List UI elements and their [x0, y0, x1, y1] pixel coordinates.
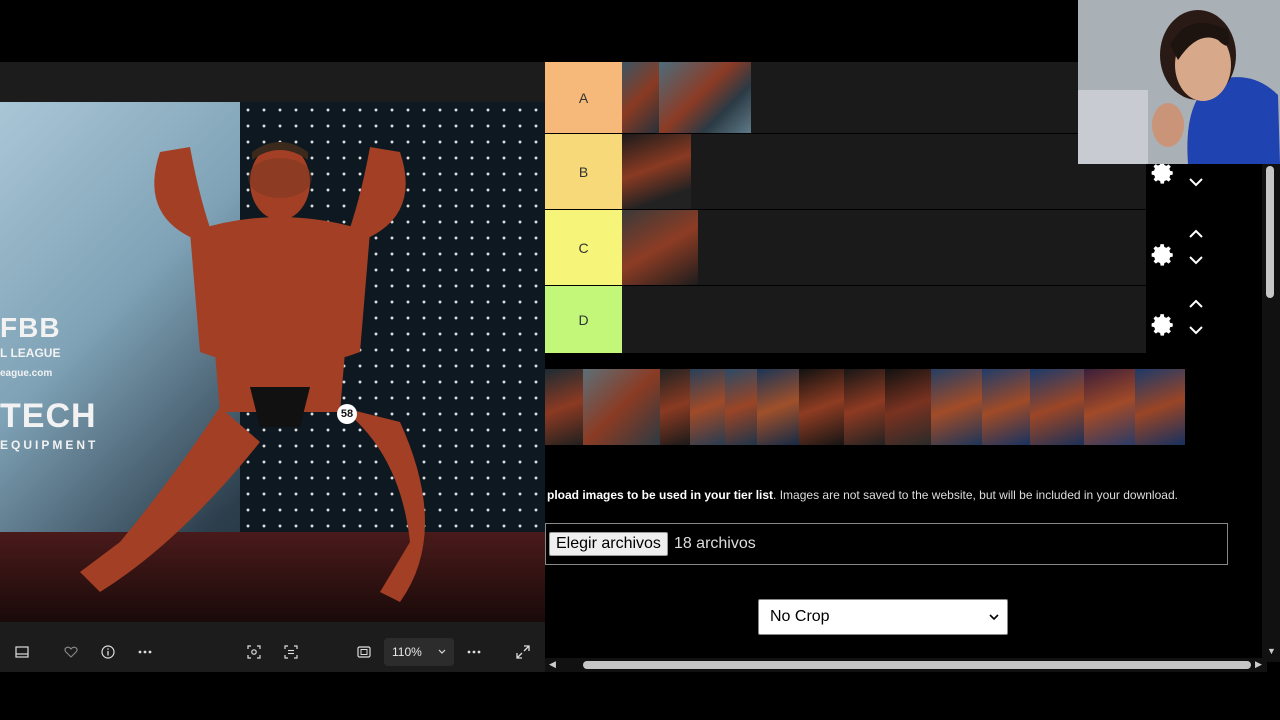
pool-image[interactable]	[885, 369, 931, 445]
move-down-icon[interactable]	[1188, 254, 1204, 266]
choose-files-button[interactable]: Elegir archivos	[549, 532, 668, 556]
tier-items	[622, 134, 691, 209]
viewer-toolbar: 110%	[0, 632, 545, 672]
pool-image[interactable]	[930, 369, 982, 445]
vertical-scroll-thumb[interactable]	[1266, 166, 1274, 298]
pool-image[interactable]	[799, 369, 844, 445]
streamer-video	[1078, 0, 1280, 164]
tier-image[interactable]	[622, 134, 691, 209]
gear-icon[interactable]	[1150, 312, 1176, 338]
webcam-overlay	[1078, 0, 1280, 164]
chevron-down-icon	[989, 613, 999, 620]
tier-label[interactable]: D	[545, 286, 622, 353]
photo-viewer: FBB L LEAGUE eague.com TECH EQUIPMENT 58…	[0, 62, 545, 672]
file-input[interactable]: Elegir archivos 18 archivos	[545, 523, 1228, 565]
heart-icon[interactable]	[59, 640, 83, 664]
bodybuilder-photo: FBB L LEAGUE eague.com TECH EQUIPMENT 58	[0, 102, 545, 622]
tier-label[interactable]: C	[545, 210, 622, 285]
pool-image[interactable]	[660, 369, 690, 445]
screen: FBB L LEAGUE eague.com TECH EQUIPMENT 58…	[0, 0, 1280, 720]
bib-number: 58	[337, 404, 357, 424]
tier-image[interactable]	[659, 62, 751, 133]
fit-screen-icon[interactable]	[352, 640, 376, 664]
scroll-right-arrow-icon[interactable]: ▶	[1255, 659, 1262, 670]
upload-instructions-bold: pload images to be used in your tier lis…	[547, 488, 774, 502]
gear-icon[interactable]	[1150, 242, 1176, 268]
pool-image[interactable]	[1135, 369, 1185, 445]
horizontal-scroll-thumb[interactable]	[583, 661, 1251, 669]
tier-row-c: C	[545, 210, 1146, 286]
pool-image[interactable]	[757, 369, 800, 445]
info-icon[interactable]	[96, 640, 120, 664]
upload-instructions-rest: . Images are not saved to the website, b…	[773, 488, 1178, 502]
move-down-icon[interactable]	[1188, 324, 1204, 336]
expand-icon[interactable]	[511, 640, 535, 664]
pool-image[interactable]	[545, 369, 583, 445]
chevron-down-icon	[438, 649, 446, 654]
tier-label[interactable]: A	[545, 62, 622, 133]
tier-d-controls	[1146, 288, 1226, 358]
scroll-down-arrow-icon[interactable]: ▼	[1267, 646, 1276, 656]
pool-image[interactable]	[1083, 369, 1136, 445]
tier-row-b: B	[545, 134, 1146, 210]
more-options-icon[interactable]	[462, 640, 486, 664]
pool-image[interactable]	[724, 369, 758, 445]
scroll-left-arrow-icon[interactable]: ◀	[549, 659, 556, 670]
move-up-icon[interactable]	[1188, 228, 1204, 240]
tier-image[interactable]	[622, 62, 659, 133]
more-icon[interactable]	[133, 640, 157, 664]
move-down-icon[interactable]	[1188, 176, 1204, 188]
crop-select-value: No Crop	[770, 608, 830, 625]
zoom-dropdown[interactable]: 110%	[384, 638, 454, 666]
filmstrip-icon[interactable]	[10, 640, 34, 664]
upload-instructions: pload images to be used in your tier lis…	[547, 488, 1247, 502]
image-pool	[545, 369, 1185, 445]
athlete-figure	[80, 142, 425, 602]
pool-image[interactable]	[689, 369, 725, 445]
pool-image[interactable]	[843, 369, 886, 445]
pool-image[interactable]	[582, 369, 661, 445]
move-up-icon[interactable]	[1188, 298, 1204, 310]
tier-label[interactable]: B	[545, 134, 622, 209]
file-count: 18 archivos	[673, 535, 756, 552]
tier-items	[622, 210, 698, 285]
tier-items	[622, 62, 751, 133]
tier-row-a: A	[545, 62, 1146, 134]
horizontal-scrollbar[interactable]: ◀ ▶	[545, 658, 1267, 672]
pool-image[interactable]	[981, 369, 1031, 445]
tier-row-d: D	[545, 286, 1146, 354]
zoom-value: 110%	[392, 645, 422, 659]
pool-image[interactable]	[1030, 369, 1084, 445]
tier-c-controls	[1146, 218, 1226, 288]
visual-search-icon[interactable]	[242, 640, 266, 664]
text-scan-icon[interactable]	[279, 640, 303, 664]
crop-select[interactable]: No Crop	[758, 599, 1008, 635]
tier-image[interactable]	[622, 210, 698, 285]
